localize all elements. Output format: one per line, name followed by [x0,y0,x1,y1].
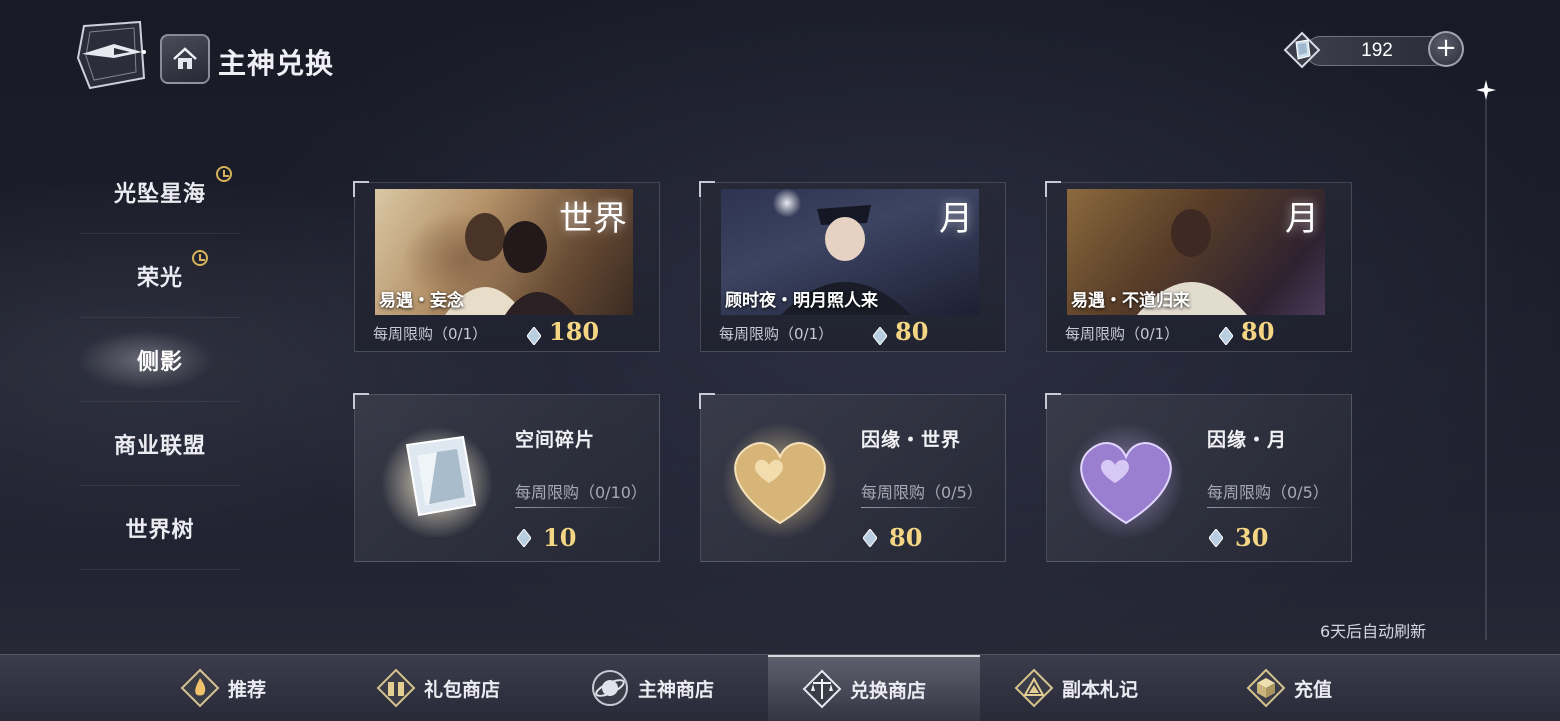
nav-tab-exchange-shop[interactable]: 兑换商店 [768,655,980,721]
add-currency-button[interactable]: + [1428,31,1464,67]
nav-label: 兑换商店 [850,679,927,702]
home-icon [173,47,197,69]
nav-label: 礼包商店 [424,678,501,701]
sidebar-item-label: 光坠星海 [113,180,206,207]
page-title: 主神兑换 [218,47,335,80]
price: 180 [549,317,600,346]
gold-heart-icon [722,423,838,539]
card-title: 易遇・妄念 [379,291,464,311]
sidebar-item-label: 侧影 [136,348,183,375]
card-mark: 世界 [559,199,627,239]
card-title: 易遇・不道归来 [1071,291,1190,311]
currency-display: 192 + [1282,30,1470,70]
cube-icon [1246,668,1286,708]
sidebar-item-rongguang[interactable]: 荣光 [80,234,240,318]
item-name: 因缘・世界 [861,429,962,451]
nav-label: 推荐 [228,678,267,701]
purchase-limit: 每周限购（0/1） [719,325,834,343]
card-mark: 月 [939,199,973,239]
diamond-gem-icon [1283,31,1321,69]
sidebar-item-label: 商业联盟 [113,432,206,459]
flame-icon [180,668,220,708]
gift-icon [376,668,416,708]
shop-card[interactable]: 世界 易遇・妄念 每周限购（0/1） 180 [353,181,660,352]
shop-card[interactable]: 因缘・世界 每周限购（0/5） 80 [699,393,1006,562]
card-mark: 月 [1285,199,1319,239]
clock-icon [216,166,232,182]
purchase-limit: 每周限购（0/1） [1065,325,1180,343]
sidebar-item-shangyelianmeng[interactable]: 商业联盟 [80,402,240,486]
nav-label: 副本札记 [1062,678,1139,701]
clock-icon [192,250,208,266]
purchase-limit: 每周限购（0/5） [1207,483,1329,502]
card-art: 月 易遇・不道归来 [1067,189,1325,315]
home-button[interactable] [160,34,210,84]
diamond-gem-icon [1219,327,1233,345]
price: 80 [895,317,929,346]
emblem-icon [76,20,146,90]
sparkle-line-decoration [1476,80,1496,640]
item-name: 空间碎片 [515,429,596,451]
sidebar-item-ceying[interactable]: 侧影 [80,318,240,402]
diamond-gem-icon [527,327,541,345]
card-title: 顾时夜・明月照人来 [725,291,878,311]
price: 80 [889,523,923,552]
purchase-limit: 每周限购（0/10） [515,483,647,502]
space-fragment-icon [381,427,493,537]
diamond-gem-icon [873,327,887,345]
shop-card[interactable]: 空间碎片 每周限购（0/10） 10 [353,393,660,562]
currency-value: 192 [1361,40,1393,61]
scales-icon [802,669,842,709]
diamond-gem-icon [517,529,531,547]
nav-tab-main-god-shop[interactable]: 主神商店 [590,655,740,721]
sidebar-item-shijieshu[interactable]: 世界树 [80,486,240,570]
refresh-timer: 6天后自动刷新 [1320,622,1427,641]
shop-card[interactable]: 因缘・月 每周限购（0/5） 30 [1045,393,1352,562]
sidebar-item-label: 荣光 [136,264,183,291]
nav-label: 充值 [1294,678,1333,701]
nav-tab-gift-shop[interactable]: 礼包商店 [376,655,526,721]
sidebar-item-guangzhuixinghai[interactable]: 光坠星海 [80,150,240,234]
nav-tab-dungeon-notes[interactable]: 副本札记 [1014,655,1164,721]
price: 80 [1241,317,1275,346]
nav-tab-recharge[interactable]: 充值 [1246,655,1386,721]
bottom-nav: 推荐 礼包商店 主神商店 兑换商店 副本札记 充值 [0,654,1560,721]
planet-icon [592,670,628,706]
diamond-gem-icon [863,529,877,547]
diamond-gem-icon [1209,529,1223,547]
purple-heart-icon [1068,423,1184,539]
purchase-limit: 每周限购（0/5） [861,483,983,502]
item-name: 因缘・月 [1207,429,1288,451]
price: 10 [543,523,577,552]
shop-card[interactable]: 月 顾时夜・明月照人来 每周限购（0/1） 80 [699,181,1006,352]
nav-label: 主神商店 [638,678,715,701]
card-art: 月 顾时夜・明月照人来 [721,189,979,315]
price: 30 [1235,523,1269,552]
card-art: 世界 易遇・妄念 [375,189,633,315]
triangle-icon [1014,668,1054,708]
nav-tab-recommend[interactable]: 推荐 [180,655,320,721]
shop-card[interactable]: 月 易遇・不道归来 每周限购（0/1） 80 [1045,181,1352,352]
purchase-limit: 每周限购（0/1） [373,325,488,343]
sidebar-item-label: 世界树 [125,516,195,543]
